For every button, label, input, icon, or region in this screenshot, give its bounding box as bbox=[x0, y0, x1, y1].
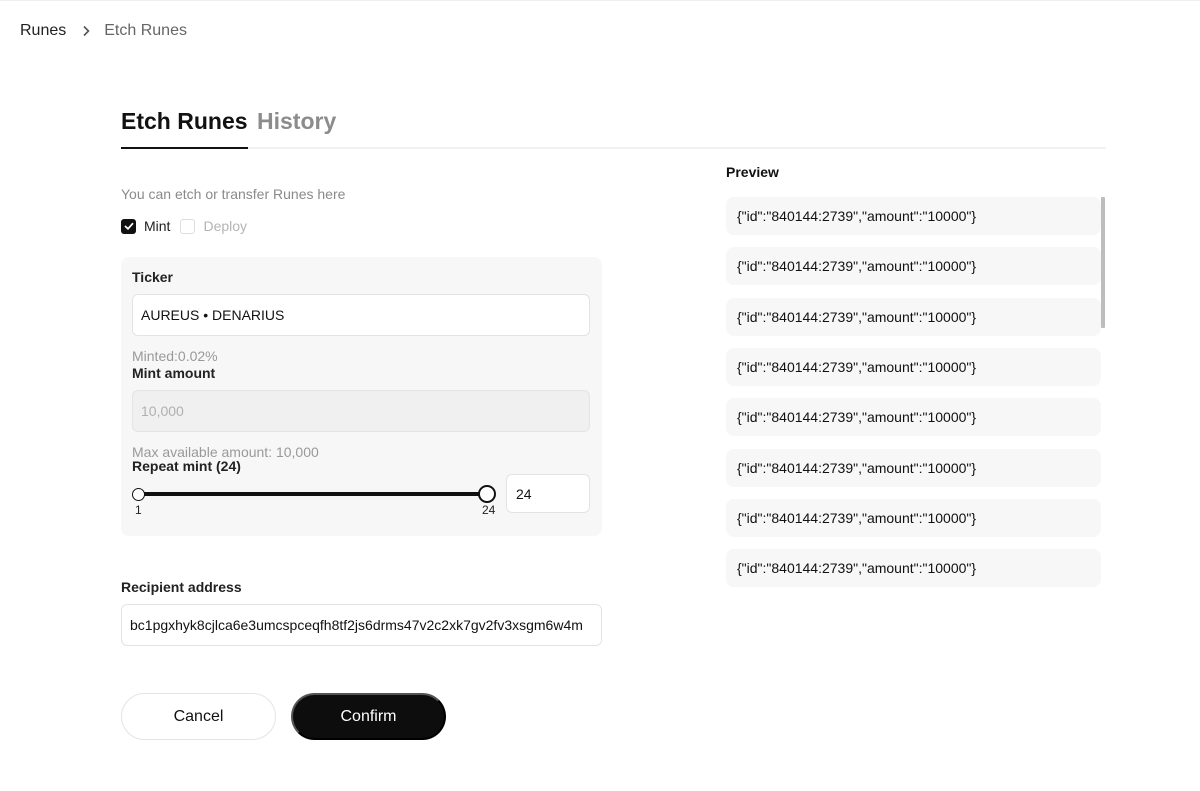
form-subtitle: You can etch or transfer Runes here bbox=[121, 186, 346, 202]
preview-scrollbar[interactable] bbox=[1101, 197, 1105, 328]
preview-item: {"id":"840144:2739","amount":"10000"} bbox=[726, 398, 1101, 436]
slider-min-marker bbox=[132, 488, 145, 501]
slider-handle[interactable] bbox=[478, 485, 496, 503]
preview-item: {"id":"840144:2739","amount":"10000"} bbox=[726, 298, 1101, 336]
repeat-mint-slider[interactable] bbox=[132, 485, 496, 505]
top-divider bbox=[0, 0, 1200, 1]
tab-history[interactable]: History bbox=[257, 103, 336, 147]
deploy-checkbox-label: Deploy bbox=[203, 218, 248, 234]
breadcrumb-root-link[interactable]: Runes bbox=[20, 22, 66, 40]
repeat-mint-count-input[interactable]: 24 bbox=[506, 474, 590, 513]
breadcrumb: Runes Etch Runes bbox=[20, 20, 187, 42]
ticker-input[interactable]: AUREUS • DENARIUS bbox=[132, 294, 590, 336]
preview-item: {"id":"840144:2739","amount":"10000"} bbox=[726, 499, 1101, 537]
chevron-right-icon bbox=[82, 25, 90, 37]
breadcrumb-current: Etch Runes bbox=[104, 22, 187, 39]
recipient-address-label: Recipient address bbox=[121, 579, 242, 595]
preview-item: {"id":"840144:2739","amount":"10000"} bbox=[726, 348, 1101, 386]
mint-settings-card: Ticker AUREUS • DENARIUS Minted:0.02% Mi… bbox=[121, 257, 602, 536]
preview-item: {"id":"840144:2739","amount":"10000"} bbox=[726, 449, 1101, 487]
repeat-mint-label: Repeat mint (24) bbox=[132, 458, 241, 474]
preview-item: {"id":"840144:2739","amount":"10000"} bbox=[726, 549, 1101, 587]
cancel-button[interactable]: Cancel bbox=[121, 693, 276, 740]
preview-title: Preview bbox=[726, 164, 779, 180]
tab-bar: Etch Runes History bbox=[121, 103, 1106, 149]
preview-item: {"id":"840144:2739","amount":"10000"} bbox=[726, 197, 1101, 235]
deploy-checkbox[interactable] bbox=[180, 218, 196, 234]
tab-etch-runes[interactable]: Etch Runes bbox=[121, 103, 248, 149]
slider-track[interactable] bbox=[139, 492, 487, 496]
slider-min-label: 1 bbox=[135, 503, 142, 517]
preview-item: {"id":"840144:2739","amount":"10000"} bbox=[726, 247, 1101, 285]
preview-list: {"id":"840144:2739","amount":"10000"} {"… bbox=[726, 197, 1106, 597]
checkmark-icon bbox=[123, 222, 134, 230]
mode-options: Mint Deploy bbox=[121, 218, 247, 234]
slider-max-label: 24 bbox=[482, 503, 496, 517]
recipient-address-input[interactable]: bc1pgxhyk8cjlca6e3umcspceqfh8tf2js6drms4… bbox=[121, 604, 602, 646]
confirm-button[interactable]: Confirm bbox=[291, 693, 446, 740]
minted-percentage: Minted:0.02% bbox=[132, 348, 218, 364]
mint-checkbox[interactable] bbox=[121, 218, 136, 234]
mint-amount-label: Mint amount bbox=[132, 365, 216, 381]
ticker-label: Ticker bbox=[132, 269, 173, 285]
mint-amount-input: 10,000 bbox=[132, 390, 590, 432]
mint-checkbox-label[interactable]: Mint bbox=[144, 218, 170, 234]
